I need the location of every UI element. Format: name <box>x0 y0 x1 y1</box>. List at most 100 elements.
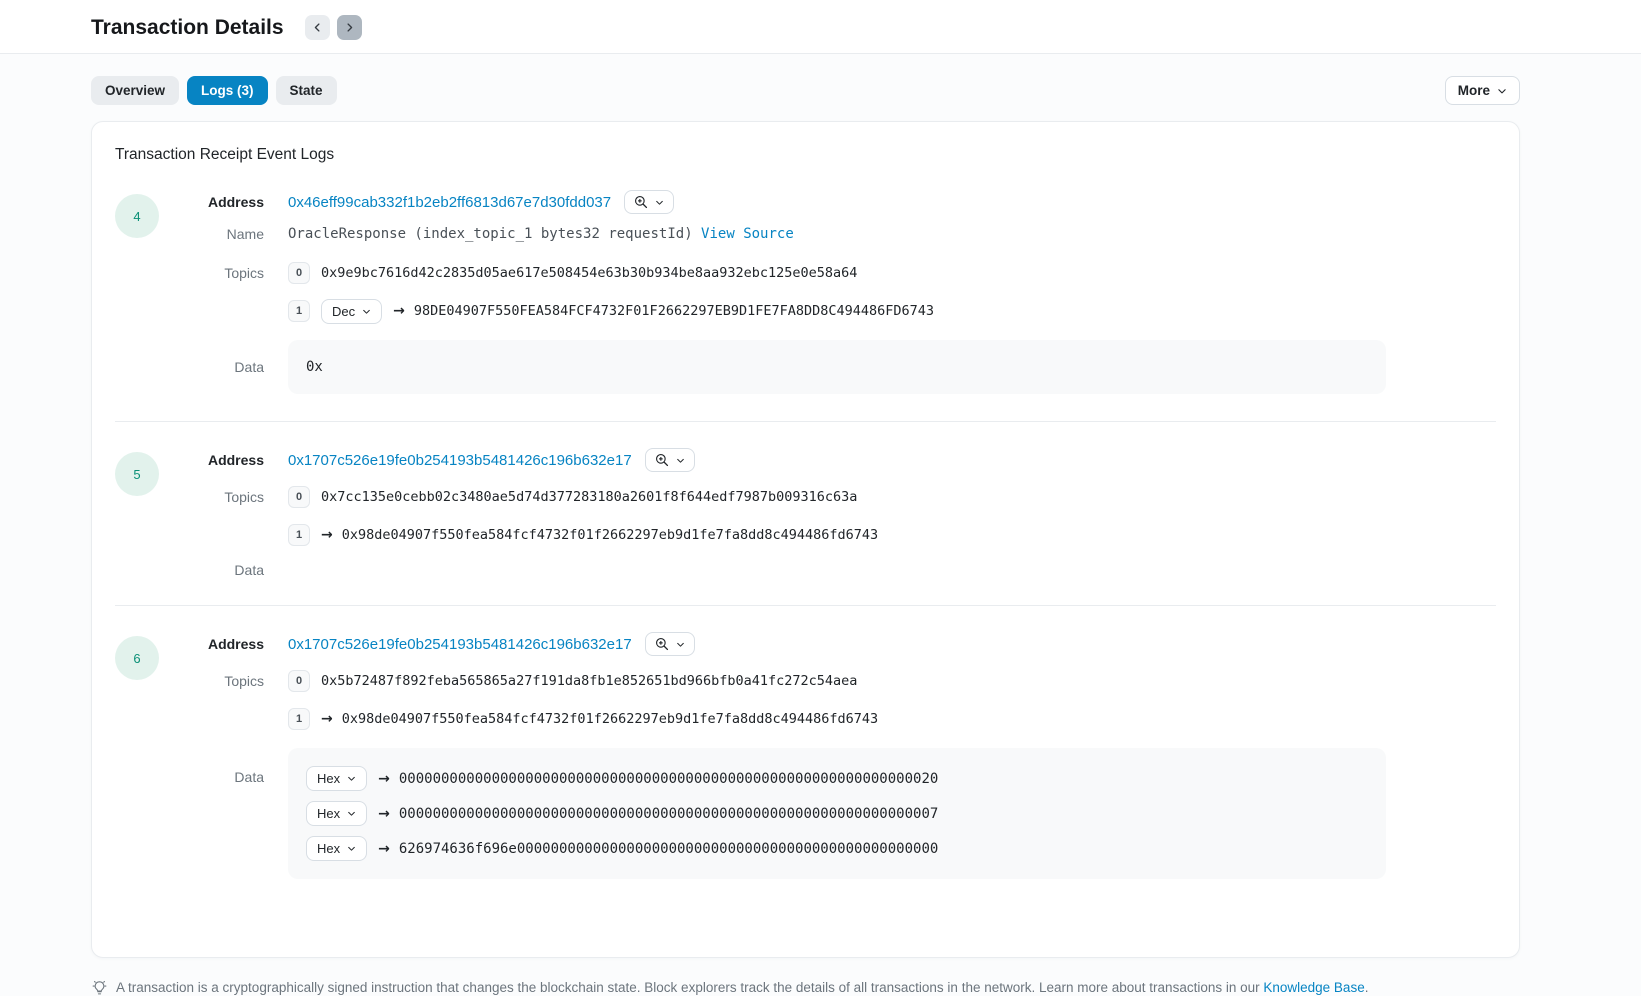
address-row: Address 0x46eff99cab332f1b2eb2ff6813d67e… <box>179 190 1496 214</box>
address-zoom-button[interactable] <box>624 190 674 214</box>
log-entry: 4 Address 0x46eff99cab332f1b2eb2ff6813d6… <box>115 190 1496 394</box>
topics-label: Topics <box>179 489 264 505</box>
magnifier-plus-icon <box>655 637 669 651</box>
topic-value: 0x5b72487f892feba565865a27f191da8fb1e852… <box>321 673 857 689</box>
chevron-down-icon <box>347 809 356 818</box>
event-param-name: requestId <box>608 226 684 242</box>
topic-row: 1 → 0x98de04907f550fea584fcf4732f01f2662… <box>179 522 1496 548</box>
data-box: Hex → 0000000000000000000000000000000000… <box>288 748 1386 879</box>
next-transaction-button[interactable] <box>337 15 362 40</box>
data-encoding-select[interactable]: Hex <box>306 766 367 791</box>
data-word-value: 0000000000000000000000000000000000000000… <box>399 806 938 822</box>
topic-index-badge: 0 <box>288 670 310 692</box>
footer-text: A transaction is a cryptographically sig… <box>116 980 1368 995</box>
page-header: Transaction Details <box>0 0 1641 54</box>
address-link[interactable]: 0x1707c526e19fe0b254193b5481426c196b632e… <box>288 452 632 469</box>
tab-overview[interactable]: Overview <box>91 76 179 105</box>
arrow-right-icon: → <box>393 303 405 319</box>
data-row: Data Hex → 00000000000000000000000000000… <box>179 748 1496 879</box>
log-index-badge: 6 <box>115 636 159 680</box>
address-label: Address <box>179 452 264 468</box>
chevron-down-icon <box>347 844 356 853</box>
chevron-right-icon <box>344 22 355 33</box>
topic-encoding-select[interactable]: Dec <box>321 299 382 324</box>
topic-index-badge: 1 <box>288 524 310 546</box>
arrow-right-icon: → <box>321 711 333 727</box>
data-label: Data <box>179 562 264 578</box>
tab-logs[interactable]: Logs (3) <box>187 76 268 105</box>
topics-label: Topics <box>179 673 264 689</box>
log-entry: 6 Address 0x1707c526e19fe0b254193b548142… <box>115 632 1496 879</box>
data-word-row: Hex → 0000000000000000000000000000000000… <box>306 766 1368 791</box>
arrow-right-icon: → <box>378 841 390 857</box>
previous-transaction-button[interactable] <box>305 15 330 40</box>
chevron-down-icon <box>676 456 685 465</box>
data-word-value: 0000000000000000000000000000000000000000… <box>399 771 938 787</box>
data-label: Data <box>179 769 264 785</box>
data-label: Data <box>179 359 264 375</box>
data-encoding-select[interactable]: Hex <box>306 836 367 861</box>
log-divider <box>115 421 1496 422</box>
magnifier-plus-icon <box>655 453 669 467</box>
address-zoom-button[interactable] <box>645 632 695 656</box>
topic-value: 0x98de04907f550fea584fcf4732f01f2662297e… <box>342 527 878 543</box>
event-signature-prefix: OracleResponse (index_topic_1 <box>288 226 541 242</box>
topic-value: 0x98de04907f550fea584fcf4732f01f2662297e… <box>342 711 878 727</box>
lightbulb-icon <box>91 979 108 996</box>
topic-index-badge: 1 <box>288 708 310 730</box>
address-zoom-button[interactable] <box>645 448 695 472</box>
address-label: Address <box>179 194 264 210</box>
data-value: 0x <box>306 359 323 375</box>
topic-value: 98DE04907F550FEA584FCF4732F01F2662297EB9… <box>414 303 934 319</box>
topic-index-badge: 0 <box>288 262 310 284</box>
page-title: Transaction Details <box>91 16 284 40</box>
topic-row: Topics 0 0x7cc135e0cebb02c3480ae5d74d377… <box>179 484 1496 510</box>
event-logs-card: Transaction Receipt Event Logs 4 Address… <box>91 121 1520 958</box>
log-index-badge: 5 <box>115 452 159 496</box>
address-link[interactable]: 0x1707c526e19fe0b254193b5481426c196b632e… <box>288 636 632 653</box>
data-box: 0x <box>288 340 1386 394</box>
log-index-badge: 4 <box>115 194 159 238</box>
chevron-down-icon <box>347 774 356 783</box>
data-word-row: Hex → 0000000000000000000000000000000000… <box>306 801 1368 826</box>
topic-index-badge: 0 <box>288 486 310 508</box>
address-row: Address 0x1707c526e19fe0b254193b5481426c… <box>179 632 1496 656</box>
data-word-row: Hex → 626974636f696e00000000000000000000… <box>306 836 1368 861</box>
address-label: Address <box>179 636 264 652</box>
data-row: Data 0x <box>179 340 1496 394</box>
data-word-value: 626974636f696e00000000000000000000000000… <box>399 841 938 857</box>
topic-row: 1 Dec → 98DE04907F550FEA584FCF4732F01F26… <box>179 298 1496 324</box>
view-source-link[interactable]: View Source <box>701 226 794 242</box>
topic-index-badge: 1 <box>288 300 310 322</box>
chevron-down-icon <box>1497 86 1507 96</box>
topics-label: Topics <box>179 265 264 281</box>
event-name-row: Name OracleResponse (index_topic_1 bytes… <box>179 226 1496 242</box>
event-param-type: bytes32 <box>541 226 600 242</box>
topic-row: 1 → 0x98de04907f550fea584fcf4732f01f2662… <box>179 706 1496 732</box>
log-entry: 5 Address 0x1707c526e19fe0b254193b548142… <box>115 448 1496 578</box>
footer-note: A transaction is a cryptographically sig… <box>91 979 1551 996</box>
more-dropdown-button[interactable]: More <box>1445 76 1520 105</box>
card-heading: Transaction Receipt Event Logs <box>115 146 1496 164</box>
arrow-right-icon: → <box>378 806 390 822</box>
knowledge-base-link[interactable]: Knowledge Base <box>1263 980 1364 995</box>
chevron-left-icon <box>312 22 323 33</box>
address-link[interactable]: 0x46eff99cab332f1b2eb2ff6813d67e7d30fdd0… <box>288 194 611 211</box>
arrow-right-icon: → <box>378 771 390 787</box>
address-row: Address 0x1707c526e19fe0b254193b5481426c… <box>179 448 1496 472</box>
chevron-down-icon <box>655 198 664 207</box>
data-encoding-select[interactable]: Hex <box>306 801 367 826</box>
name-label: Name <box>179 226 264 242</box>
event-signature-suffix: ) <box>684 226 701 242</box>
data-row: Data <box>179 562 1496 578</box>
topic-value: 0x7cc135e0cebb02c3480ae5d74d377283180a26… <box>321 489 857 505</box>
topic-row: Topics 0 0x9e9bc7616d42c2835d05ae617e508… <box>179 260 1496 286</box>
topic-row: Topics 0 0x5b72487f892feba565865a27f191d… <box>179 668 1496 694</box>
tab-state[interactable]: State <box>276 76 337 105</box>
more-label: More <box>1458 83 1490 98</box>
log-divider <box>115 605 1496 606</box>
magnifier-plus-icon <box>634 195 648 209</box>
topic-value: 0x9e9bc7616d42c2835d05ae617e508454e63b30… <box>321 265 857 281</box>
chevron-down-icon <box>676 640 685 649</box>
arrow-right-icon: → <box>321 527 333 543</box>
